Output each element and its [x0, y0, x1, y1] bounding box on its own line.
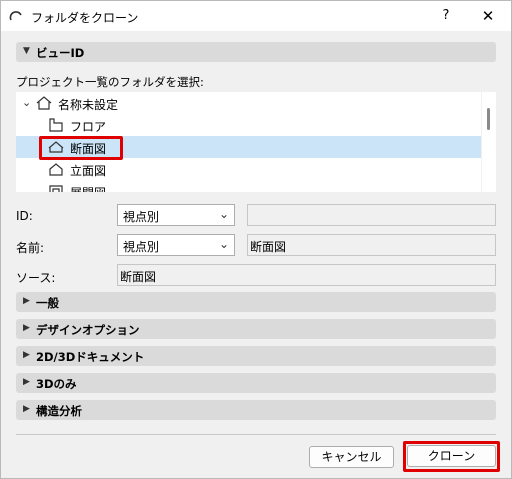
tree-scrollbar[interactable] [482, 92, 496, 192]
source-label: ソース: [16, 271, 56, 285]
id-dropdown[interactable]: 視点別 ⌄ [117, 204, 235, 226]
chevron-down-icon[interactable]: ⌄ [22, 96, 31, 109]
tree-item-label: 名称未設定 [58, 98, 119, 112]
id-label: ID: [16, 209, 33, 223]
cancel-button[interactable]: キャンセル [309, 446, 394, 468]
clone-folder-dialog: フォルダをクローン ? ✕ ▼ ビューID プロジェクト一覧のフォルダを選択: … [0, 0, 512, 479]
folder-select-prompt: プロジェクト一覧のフォルダを選択: [16, 75, 204, 89]
selection-highlight-box [39, 136, 123, 160]
section-2d3d-document[interactable]: ▶ 2D/3Dドキュメント [16, 346, 496, 366]
id-dropdown-value: 視点別 [123, 210, 160, 224]
tree-item-label: 展開図 [70, 184, 106, 192]
section-label: 一般 [36, 296, 59, 310]
floor-icon [49, 118, 63, 132]
window-title: フォルダをクローン [31, 11, 139, 25]
close-button[interactable]: ✕ [475, 5, 501, 27]
tree-item-label: フロア [70, 120, 107, 134]
chevron-right-icon: ▶ [23, 296, 30, 306]
name-label: 名前: [16, 241, 45, 255]
section-label: デザインオプション [36, 323, 140, 337]
chevron-right-icon: ▶ [23, 350, 30, 360]
elevation-icon [49, 163, 63, 176]
tree-item-label: 立面図 [70, 164, 107, 178]
chevron-down-icon: ▼ [23, 46, 30, 56]
section-3d-only[interactable]: ▶ 3Dのみ [16, 373, 496, 393]
project-house-icon [36, 96, 52, 110]
section-design-options[interactable]: ▶ デザインオプション [16, 319, 496, 339]
tree-item-floor[interactable]: フロア [16, 114, 481, 136]
clone-button-highlight-box [403, 441, 500, 472]
section-label: 3Dのみ [36, 377, 77, 391]
tree-item-interior-elevation[interactable]: 展開図 [16, 180, 481, 192]
section-structural-analysis[interactable]: ▶ 構造分析 [16, 400, 496, 420]
divider [16, 434, 496, 435]
tree-item-elevation[interactable]: 立面図 [16, 158, 481, 180]
section-label: ビューID [36, 46, 85, 60]
section-label: 構造分析 [36, 404, 82, 418]
section-label: 2D/3Dドキュメント [36, 350, 145, 364]
chevron-down-icon: ⌄ [218, 237, 229, 251]
app-icon [9, 11, 22, 21]
scrollbar-thumb[interactable] [487, 108, 490, 130]
id-text-field[interactable] [247, 204, 496, 226]
chevron-right-icon: ▶ [23, 404, 30, 414]
section-view-id[interactable]: ▼ ビューID [16, 42, 496, 62]
name-text-value: 断面図 [250, 240, 287, 254]
interior-elevation-icon [49, 185, 63, 192]
source-value: 断面図 [120, 270, 157, 284]
section-general[interactable]: ▶ 一般 [16, 292, 496, 312]
chevron-right-icon: ▶ [23, 377, 30, 387]
chevron-down-icon: ⌄ [218, 207, 229, 221]
name-text-field[interactable]: 断面図 [247, 234, 496, 256]
source-field: 断面図 [117, 264, 496, 286]
name-dropdown[interactable]: 視点別 ⌄ [117, 234, 235, 256]
tree-item-project[interactable]: ⌄ 名称未設定 [16, 92, 481, 114]
name-dropdown-value: 視点別 [123, 240, 160, 254]
chevron-right-icon: ▶ [23, 323, 30, 333]
help-button[interactable]: ? [434, 5, 458, 27]
title-bar: フォルダをクローン ? ✕ [1, 1, 511, 31]
